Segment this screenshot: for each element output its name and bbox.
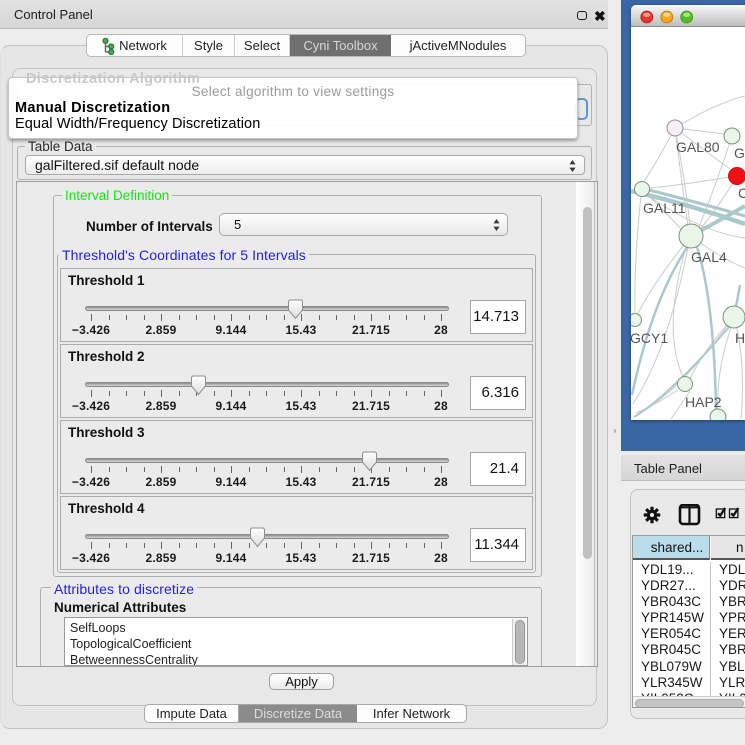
svg-text:GAL4: GAL4: [691, 249, 727, 265]
svg-text:C: C: [738, 185, 745, 201]
svg-text:GAL80: GAL80: [676, 139, 720, 155]
svg-text:HAP2: HAP2: [685, 394, 722, 410]
svg-text:GCY1: GCY1: [631, 330, 668, 346]
svg-text:GA: GA: [734, 145, 745, 161]
svg-text:H: H: [735, 330, 745, 346]
svg-text:GAL11: GAL11: [643, 200, 686, 216]
